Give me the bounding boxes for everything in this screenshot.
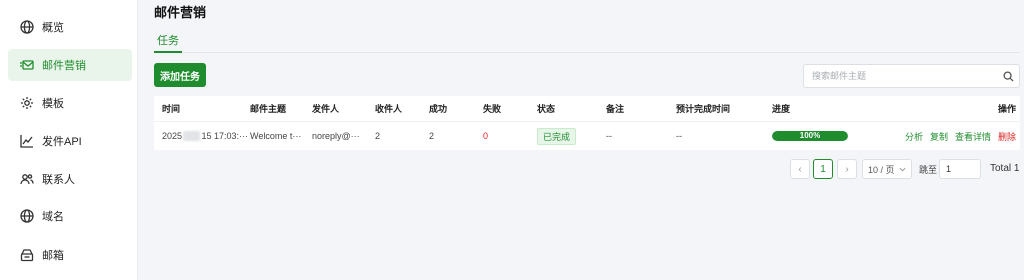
next-page-button[interactable]: › <box>837 159 857 179</box>
add-task-button[interactable]: 添加任务 <box>154 63 206 87</box>
delete-link[interactable]: 删除 <box>998 130 1016 143</box>
gear-icon <box>20 96 34 110</box>
cell-recipients: 2 <box>375 131 381 141</box>
cell-status: 已完成 <box>537 122 597 150</box>
analyze-link[interactable]: 分析 <box>905 130 923 143</box>
column-header-actions: 操作 <box>997 104 1016 114</box>
sidebar-item-label: 联系人 <box>42 174 75 186</box>
cell-actions: 分析 复制 查看详情 删除 <box>894 122 1016 150</box>
page-1-button[interactable]: 1 <box>813 159 833 179</box>
chevron-down-icon <box>899 164 906 174</box>
progress-label: 100% <box>799 131 821 140</box>
contacts-icon <box>20 172 34 186</box>
view-details-link[interactable]: 查看详情 <box>955 130 991 143</box>
table-row[interactable]: 2025 15 17:03:··· Welcome t··· noreply@·… <box>154 122 1020 150</box>
column-header-time: 时间 <box>162 104 181 114</box>
globe-icon <box>20 20 34 34</box>
sidebar-item-mailbox[interactable]: 邮箱 <box>8 239 132 271</box>
sidebar-item-contacts[interactable]: 联系人 <box>8 163 132 195</box>
column-header-sender: 发件人 <box>312 104 340 114</box>
column-header-failed: 失败 <box>483 104 502 114</box>
chevron-left-icon: ‹ <box>798 163 802 175</box>
cell-success: 2 <box>429 131 435 141</box>
tab-tasks[interactable]: 任务 <box>154 32 182 53</box>
page-size-value: 10 / 页 <box>868 164 895 175</box>
status-badge: 已完成 <box>537 127 577 145</box>
mailbox-icon <box>20 248 34 262</box>
column-header-recipients: 收件人 <box>375 104 403 114</box>
column-header-success: 成功 <box>429 104 448 114</box>
redacted-blur <box>183 131 201 141</box>
sidebar-item-email-marketing[interactable]: 邮件营销 <box>8 49 132 81</box>
sidebar-item-label: 模板 <box>42 98 64 110</box>
globe-icon <box>20 209 34 223</box>
jump-label: 跳至 <box>919 165 938 175</box>
total-count: Total 1 <box>990 163 1020 174</box>
prev-page-button[interactable]: ‹ <box>790 159 810 179</box>
sidebar-item-label: 邮件营销 <box>42 60 86 72</box>
failed-count: 0 <box>483 131 489 141</box>
column-header-eta: 预计完成时间 <box>676 104 731 114</box>
cell-eta: -- <box>676 131 682 141</box>
mail-icon <box>20 58 34 72</box>
cell-subject: Welcome t··· <box>250 131 302 141</box>
chart-line-icon <box>20 134 34 148</box>
sidebar-item-label: 概览 <box>42 22 64 34</box>
jump-page-input[interactable] <box>939 159 981 179</box>
table-header: 时间 邮件主题 发件人 收件人 成功 失败 状态 备注 预计完成时间 进度 操作 <box>154 96 1020 122</box>
copy-link[interactable]: 复制 <box>930 130 948 143</box>
sidebar: 概览 邮件营销 模板 发件API 联系人 域名 邮箱 <box>0 0 138 280</box>
column-header-note: 备注 <box>606 104 625 114</box>
page-title: 邮件营销 <box>154 5 207 20</box>
sidebar-item-overview[interactable]: 概览 <box>8 11 132 43</box>
sidebar-item-label: 发件API <box>42 136 82 148</box>
cell-note: -- <box>606 131 612 141</box>
time-suffix: 15 17:03:··· <box>201 131 248 141</box>
cell-progress: 100% <box>772 122 882 150</box>
sidebar-item-label: 域名 <box>42 211 64 223</box>
search-icon[interactable] <box>997 70 1019 82</box>
cell-failed: 0 <box>483 122 529 150</box>
task-table: 时间 邮件主题 发件人 收件人 成功 失败 状态 备注 预计完成时间 进度 操作… <box>154 96 1020 150</box>
column-header-status: 状态 <box>537 104 556 114</box>
column-header-progress: 进度 <box>772 104 791 114</box>
time-prefix: 2025 <box>162 131 183 141</box>
cell-time: 2025 15 17:03:··· <box>162 122 248 150</box>
cell-sender: noreply@··· <box>312 131 360 141</box>
search-box <box>803 64 1020 88</box>
sidebar-item-templates[interactable]: 模板 <box>8 87 132 119</box>
sidebar-item-label: 邮箱 <box>42 250 64 262</box>
column-header-subject: 邮件主题 <box>250 104 287 114</box>
progress-bar: 100% <box>772 131 848 141</box>
page-size-select[interactable]: 10 / 页 <box>862 159 912 179</box>
sidebar-item-send-api[interactable]: 发件API <box>8 125 132 157</box>
tab-bar: 任务 <box>154 28 1020 53</box>
chevron-right-icon: › <box>845 163 849 175</box>
sidebar-item-domains[interactable]: 域名 <box>8 200 132 232</box>
search-input[interactable] <box>804 66 997 86</box>
